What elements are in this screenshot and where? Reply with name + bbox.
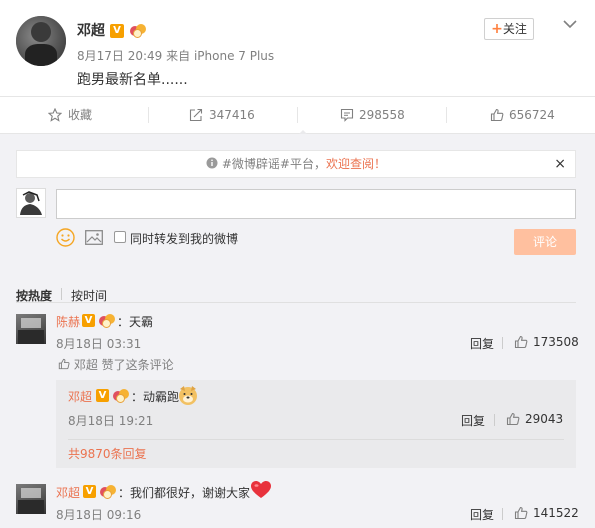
post-source: 来自 iPhone 7 Plus <box>166 49 275 63</box>
comment-text: ：天霸 <box>117 315 154 329</box>
like-button[interactable]: 656724 <box>447 97 595 133</box>
repost-count: 347416 <box>209 108 255 122</box>
divider <box>502 337 503 349</box>
doge-emoji-icon <box>179 386 197 405</box>
reply-like-count: 29043 <box>525 412 564 426</box>
repost-checkbox-label[interactable]: 同时转发到我的微博 <box>130 230 238 247</box>
comment-like-count: 141522 <box>533 506 579 520</box>
star-icon <box>48 108 62 122</box>
reply-thread: 邓超 V ：动霸跑 8月18日 19:21 回复 29043 共9870条回复 <box>56 380 576 468</box>
reply-time: 8月18日 19:21 <box>68 414 154 428</box>
comment-like-count: 173508 <box>533 335 579 349</box>
member-crown-icon[interactable] <box>130 24 146 38</box>
follow-button[interactable]: +关注 <box>484 18 534 40</box>
comment-text: ：我们都很好，谢谢大家 <box>118 486 251 500</box>
weibo-post: 邓超 V 8月17日 20:49 来自 iPhone 7 Plus 跑男最新名单… <box>0 0 595 96</box>
divider <box>68 439 564 440</box>
author-avatar[interactable] <box>16 16 66 66</box>
view-more-replies-link[interactable]: 共9870条回复 <box>68 445 147 462</box>
notice-comma: ， <box>313 157 326 171</box>
author-name[interactable]: 邓超 <box>77 20 105 40</box>
emoji-icon[interactable] <box>56 228 75 247</box>
favorite-label: 收藏 <box>68 108 93 122</box>
reply-text: ：动霸跑 <box>131 390 180 404</box>
notice-link[interactable]: 欢迎查阅！ <box>326 157 386 171</box>
repost-button[interactable]: 347416 <box>149 97 297 133</box>
comment-count: 298558 <box>359 108 405 122</box>
divider <box>16 302 576 303</box>
divider <box>502 508 503 520</box>
member-crown-icon[interactable] <box>113 389 129 403</box>
reply-button[interactable]: 回复 <box>461 412 485 429</box>
post-time[interactable]: 8月17日 20:49 <box>77 49 162 63</box>
my-avatar[interactable] <box>16 188 46 218</box>
thumbs-up-icon <box>514 506 528 520</box>
commenter-name[interactable]: 陈赫 <box>56 313 80 330</box>
post-action-bar: 收藏 347416 298558 656724 <box>0 96 595 134</box>
reply-button[interactable]: 回复 <box>470 335 494 352</box>
comment-input[interactable] <box>56 189 576 219</box>
member-crown-icon[interactable] <box>100 485 116 499</box>
liked-note-text: 邓超 赞了这条评论 <box>73 358 174 372</box>
commenter-avatar[interactable] <box>16 314 46 344</box>
chevron-down-icon[interactable] <box>560 14 580 34</box>
post-meta: 8月17日 20:49 来自 iPhone 7 Plus <box>77 47 274 64</box>
comment-time: 8月18日 09:16 <box>56 508 142 522</box>
post-text: 跑男最新名单...... <box>77 72 188 88</box>
thumbs-up-icon <box>490 108 504 122</box>
info-icon <box>206 157 218 169</box>
submit-comment-button[interactable]: 评论 <box>514 229 576 255</box>
repost-checkbox[interactable] <box>114 231 126 243</box>
commenter-name[interactable]: 邓超 <box>56 484 80 501</box>
image-icon[interactable] <box>85 230 103 245</box>
close-icon[interactable]: × <box>554 151 566 177</box>
comment-section: #微博辟谣#平台，欢迎查阅！ × 同时转发到我的微博 评论 按热度 按时间 陈赫… <box>0 134 595 528</box>
user-avatar-icon <box>17 189 45 217</box>
reply-button[interactable]: 回复 <box>470 506 494 523</box>
replier-name[interactable]: 邓超 <box>68 388 92 405</box>
divider <box>494 414 495 426</box>
member-crown-icon[interactable] <box>99 314 115 328</box>
commenter-avatar[interactable] <box>16 484 46 514</box>
comment-button[interactable]: 298558 <box>298 97 446 133</box>
share-icon <box>189 108 203 122</box>
like-count: 656724 <box>509 108 555 122</box>
verified-icon: V <box>110 24 124 38</box>
comment-time: 8月18日 03:31 <box>56 337 142 351</box>
plus-icon: + <box>491 21 503 37</box>
notice-hashtag[interactable]: #微博辟谣#平台 <box>222 157 314 171</box>
comment-icon <box>340 108 354 122</box>
heart-emoji-icon <box>251 481 271 498</box>
verified-icon: V <box>82 314 95 327</box>
thumbs-up-icon <box>506 412 520 426</box>
verified-icon: V <box>96 389 109 402</box>
thumbs-up-icon <box>514 335 528 349</box>
favorite-button[interactable]: 收藏 <box>0 97 148 133</box>
verified-icon: V <box>83 485 96 498</box>
author-liked-note: 邓超 赞了这条评论 <box>58 356 174 373</box>
follow-label: 关注 <box>502 22 527 36</box>
divider <box>61 288 62 300</box>
rumor-notice-banner: #微博辟谣#平台，欢迎查阅！ × <box>16 150 576 178</box>
thumbs-up-icon <box>58 358 70 370</box>
